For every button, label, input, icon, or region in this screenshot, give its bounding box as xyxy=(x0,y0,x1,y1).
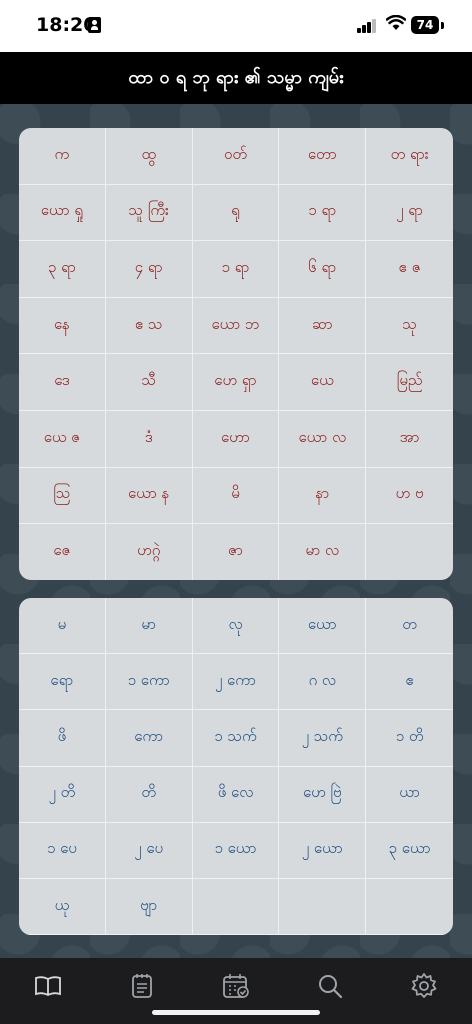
home-indicator xyxy=(152,1010,320,1015)
old-testament-book-cell[interactable]: ယော လ xyxy=(279,410,367,468)
new-testament-book-cell[interactable]: ၂ ကော xyxy=(192,654,280,711)
new-testament-book-cell[interactable]: ဖိ xyxy=(19,710,106,767)
old-testament-book-cell[interactable]: ရု xyxy=(192,184,280,242)
new-testament-grid: မမာ လု ယောတရော၁ ကော၂ ကောဂ လဧဖိ ကော၁ သက်၂ သက… xyxy=(19,598,453,935)
old-testament-book-cell[interactable]: သြ xyxy=(19,467,106,525)
new-testament-book-cell[interactable]: ယော xyxy=(279,598,367,655)
old-testament-book-cell[interactable]: တော xyxy=(279,128,367,185)
bible-book-icon xyxy=(35,976,61,997)
old-testament-book-cell[interactable]: ၁ ရာ xyxy=(279,184,367,242)
new-testament-book-cell[interactable]: ၂ ပေ xyxy=(105,822,193,879)
new-testament-book-cell[interactable]: ဗျာ xyxy=(105,878,193,935)
new-testament-book-cell[interactable]: ဟေ ဗြဲ xyxy=(279,766,367,823)
cellular-signal-icon xyxy=(357,17,377,33)
tab-bible[interactable] xyxy=(33,972,63,1000)
new-testament-book-cell xyxy=(192,878,280,935)
old-testament-book-cell[interactable]: သူ ကြီး xyxy=(105,184,193,242)
new-testament-book-cell[interactable]: ၃ ယော xyxy=(366,823,453,879)
old-testament-book-cell[interactable]: ဇာ xyxy=(192,524,280,580)
new-testament-book-cell[interactable]: ဖိ လေ xyxy=(192,766,280,823)
old-testament-book-cell[interactable]: ၆ ရာ xyxy=(279,241,367,298)
new-testament-book-cell[interactable]: ဧ xyxy=(366,654,453,711)
old-testament-book-cell[interactable]: ဆာ xyxy=(279,297,367,355)
new-testament-book-cell[interactable]: မာ xyxy=(105,598,193,655)
old-testament-book-cell[interactable]: အာ xyxy=(366,411,453,468)
old-testament-grid: ကထွ ဝတ် တောတ ရား ယော ရှု သူ ကြီး ရု၁ ရာ၂ ရာ၃ … xyxy=(19,128,453,580)
tab-calendar[interactable] xyxy=(221,972,251,1000)
old-testament-book-cell[interactable]: သီ xyxy=(105,354,193,411)
old-testament-book-cell[interactable]: ဟ ဗ xyxy=(366,468,453,525)
old-testament-book-cell[interactable]: ဇေ xyxy=(19,524,106,580)
old-testament-book-cell[interactable]: နေ xyxy=(19,297,106,355)
book-grid-area: ကထွ ဝတ် တောတ ရား ယော ရှု သူ ကြီး ရု၁ ရာ၂ ရာ၃ … xyxy=(0,104,472,958)
old-testament-book-cell[interactable]: တ ရား xyxy=(366,128,453,185)
old-testament-book-cell[interactable]: ၁ ရာ xyxy=(192,241,280,298)
old-testament-book-cell[interactable]: ဟဂ္ဂဲ xyxy=(105,524,193,580)
new-testament-book-cell[interactable]: တ xyxy=(366,598,453,655)
old-testament-book-cell[interactable]: ထွ xyxy=(105,128,193,185)
search-icon xyxy=(319,975,343,999)
battery-icon: 74 xyxy=(411,16,439,34)
battery-tip xyxy=(441,22,444,29)
new-testament-book-cell[interactable]: ၁ ကော xyxy=(105,654,193,711)
new-testament-panel: မမာ လု ယောတရော၁ ကော၂ ကောဂ လဧဖိ ကော၁ သက်၂ သက… xyxy=(19,598,453,935)
new-testament-book-cell[interactable]: တိ xyxy=(105,766,193,823)
old-testament-book-cell[interactable]: ဒံ xyxy=(105,410,193,468)
old-testament-book-cell[interactable]: ယေ ဇ xyxy=(19,410,106,468)
old-testament-book-cell[interactable]: ယော န xyxy=(105,467,193,525)
old-testament-book-cell[interactable]: သု xyxy=(366,298,453,355)
new-testament-book-cell[interactable]: မ xyxy=(19,598,106,655)
wifi-icon xyxy=(386,15,406,30)
old-testament-book-cell[interactable]: ယေ xyxy=(279,354,367,411)
old-testament-book-cell[interactable]: ဟေ ရှာ xyxy=(192,354,280,411)
new-testament-book-cell[interactable]: ၂ တိ xyxy=(19,766,106,823)
calendar-icon xyxy=(223,974,249,998)
new-testament-book-cell xyxy=(366,879,453,935)
new-testament-book-cell[interactable]: ဂ လ xyxy=(279,654,367,711)
tab-search[interactable] xyxy=(315,972,345,1000)
new-testament-book-cell[interactable]: ၂ ယော xyxy=(279,822,367,879)
new-testament-book-cell[interactable]: ၂ သက် xyxy=(279,710,367,767)
old-testament-book-cell[interactable]: မိ xyxy=(192,467,280,525)
old-testament-book-cell[interactable]: ဟော xyxy=(192,410,280,468)
old-testament-book-cell[interactable]: ၄ ရာ xyxy=(105,241,193,298)
old-testament-book-cell xyxy=(366,524,453,580)
old-testament-book-cell[interactable]: ဧ သ xyxy=(105,297,193,355)
settings-gear-icon xyxy=(411,973,437,998)
new-testament-book-cell[interactable]: ၁ တိ xyxy=(366,710,453,767)
status-bar: 18:20 74 xyxy=(0,0,472,52)
new-testament-book-cell[interactable]: ၁ ပေ xyxy=(19,822,106,879)
new-testament-book-cell[interactable]: ၁ ယော xyxy=(192,822,280,879)
old-testament-book-cell[interactable]: က xyxy=(19,128,106,185)
tab-notes[interactable] xyxy=(127,972,157,1000)
old-testament-book-cell[interactable]: ဧ ဇ xyxy=(366,241,453,298)
old-testament-book-cell[interactable]: နာ xyxy=(279,467,367,525)
old-testament-book-cell[interactable]: ၂ ရာ xyxy=(366,185,453,242)
notes-icon xyxy=(132,974,152,998)
new-testament-book-cell[interactable]: ကော xyxy=(105,710,193,767)
old-testament-book-cell[interactable]: ဝတ် xyxy=(192,128,280,185)
new-testament-book-cell[interactable]: ရော xyxy=(19,654,106,711)
new-testament-book-cell[interactable]: ယု xyxy=(19,878,106,935)
id-card-icon xyxy=(88,17,101,33)
tab-bar xyxy=(0,958,472,1024)
old-testament-book-cell[interactable]: ယော ရှု xyxy=(19,184,106,242)
new-testament-book-cell[interactable]: ၁ သက် xyxy=(192,710,280,767)
new-testament-book-cell xyxy=(279,878,367,935)
new-testament-book-cell[interactable]: ယာ xyxy=(366,767,453,823)
old-testament-book-cell[interactable]: ယော ဘ xyxy=(192,297,280,355)
page-title: ထာ ဝ ရ ဘု ရား ၏ သမ္မာ ကျမ်း xyxy=(0,52,472,104)
old-testament-book-cell[interactable]: မြည် xyxy=(366,354,453,411)
old-testament-book-cell[interactable]: ၃ ရာ xyxy=(19,241,106,298)
old-testament-book-cell[interactable]: ဒေ xyxy=(19,354,106,411)
tab-settings[interactable] xyxy=(409,972,439,1000)
new-testament-book-cell[interactable]: လု xyxy=(192,598,280,655)
old-testament-book-cell[interactable]: မာ လ xyxy=(279,524,367,580)
old-testament-panel: ကထွ ဝတ် တောတ ရား ယော ရှု သူ ကြီး ရု၁ ရာ၂ ရာ၃ … xyxy=(19,128,453,580)
